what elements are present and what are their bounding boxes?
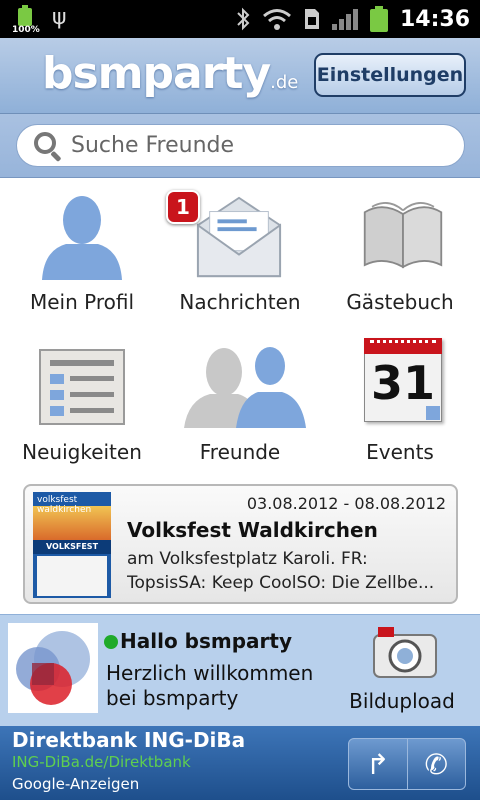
sim-icon [304,9,319,29]
image-upload-button[interactable]: Bildupload [344,625,468,721]
calendar-icon: 31 [364,338,442,422]
battery-icon: 100% [12,4,40,35]
greeting-title: Hallo bsmparty [120,629,292,653]
phone-icon[interactable]: ✆ [408,739,466,789]
menu-label: Events [366,440,434,464]
menu-item-profile[interactable]: Mein Profil [2,178,162,328]
event-thumbnail: volksfest waldkirchen VOLKSFEST [33,492,111,598]
event-title: Volksfest Waldkirchen [127,518,378,542]
ad-source: Google-Anzeigen [12,775,140,793]
share-arrow-icon[interactable]: ↱ [349,739,408,789]
event-thumb-band: VOLKSFEST [33,540,111,554]
menu-item-guestbook[interactable]: Gästebuch [320,178,480,328]
event-description: am Volksfestplatz Karoli. FR: TopsisSA: … [127,549,435,593]
avatar[interactable] [8,623,98,713]
menu-label: Mein Profil [29,290,135,314]
ad-title[interactable]: Direktbank ING-DiBa [12,728,245,752]
ad-actions: ↱ ✆ [348,738,466,790]
friends-icon [184,347,306,428]
online-status-icon [104,635,118,649]
book-icon [363,202,443,269]
menu-label: Freunde [199,440,281,464]
envelope-icon [196,196,282,278]
signal-icon [331,8,358,30]
ad-banner[interactable]: Direktbank ING-DiBa ING-DiBa.de/Direktba… [0,726,480,800]
search-bar: Suche Freunde [0,114,480,178]
event-date: 03.08.2012 - 08.08.2012 [246,494,446,513]
search-input[interactable]: Suche Freunde [16,124,465,167]
menu-label: Neuigkeiten [22,440,142,464]
search-placeholder: Suche Freunde [71,133,235,158]
logo: bsmparty.de [42,48,299,99]
search-icon [31,129,65,163]
news-icon [39,349,125,425]
battery-percent: 100% [12,25,40,35]
event-card[interactable]: volksfest waldkirchen VOLKSFEST 03.08.20… [23,484,458,604]
event-thumb-header: volksfest waldkirchen [37,495,92,515]
wifi-icon [263,9,291,30]
app-header: bsmparty.de Einstellungen [0,38,480,114]
status-bar: 100% ψ 14:36 [0,0,480,38]
menu-item-friends[interactable]: Freunde [160,328,320,478]
battery-icon [369,6,388,32]
menu-label: Gästebuch [346,290,454,314]
clock: 14:36 [399,6,470,32]
menu-item-messages[interactable]: 1 Nachrichten [160,178,320,328]
menu-label: Nachrichten [179,290,301,314]
camera-icon [373,627,437,678]
menu-item-events[interactable]: 31 Events [320,328,480,478]
message-count-badge: 1 [166,190,200,224]
profile-icon [42,196,122,280]
settings-button[interactable]: Einstellungen [314,53,466,97]
ad-url[interactable]: ING-DiBa.de/Direktbank [12,753,191,771]
upload-label: Bildupload [349,689,455,713]
welcome-panel: Hallo bsmparty Herzlich willkommen bei b… [0,614,480,726]
menu-item-news[interactable]: Neuigkeiten [2,328,162,478]
bluetooth-icon [237,7,250,31]
welcome-message: Herzlich willkommen bei bsmparty [106,661,314,710]
usb-icon: ψ [52,5,67,30]
menu-grid: Mein Profil 1 Nachrichten Gästebuch Neui… [0,178,480,478]
calendar-day: 31 [370,356,435,410]
